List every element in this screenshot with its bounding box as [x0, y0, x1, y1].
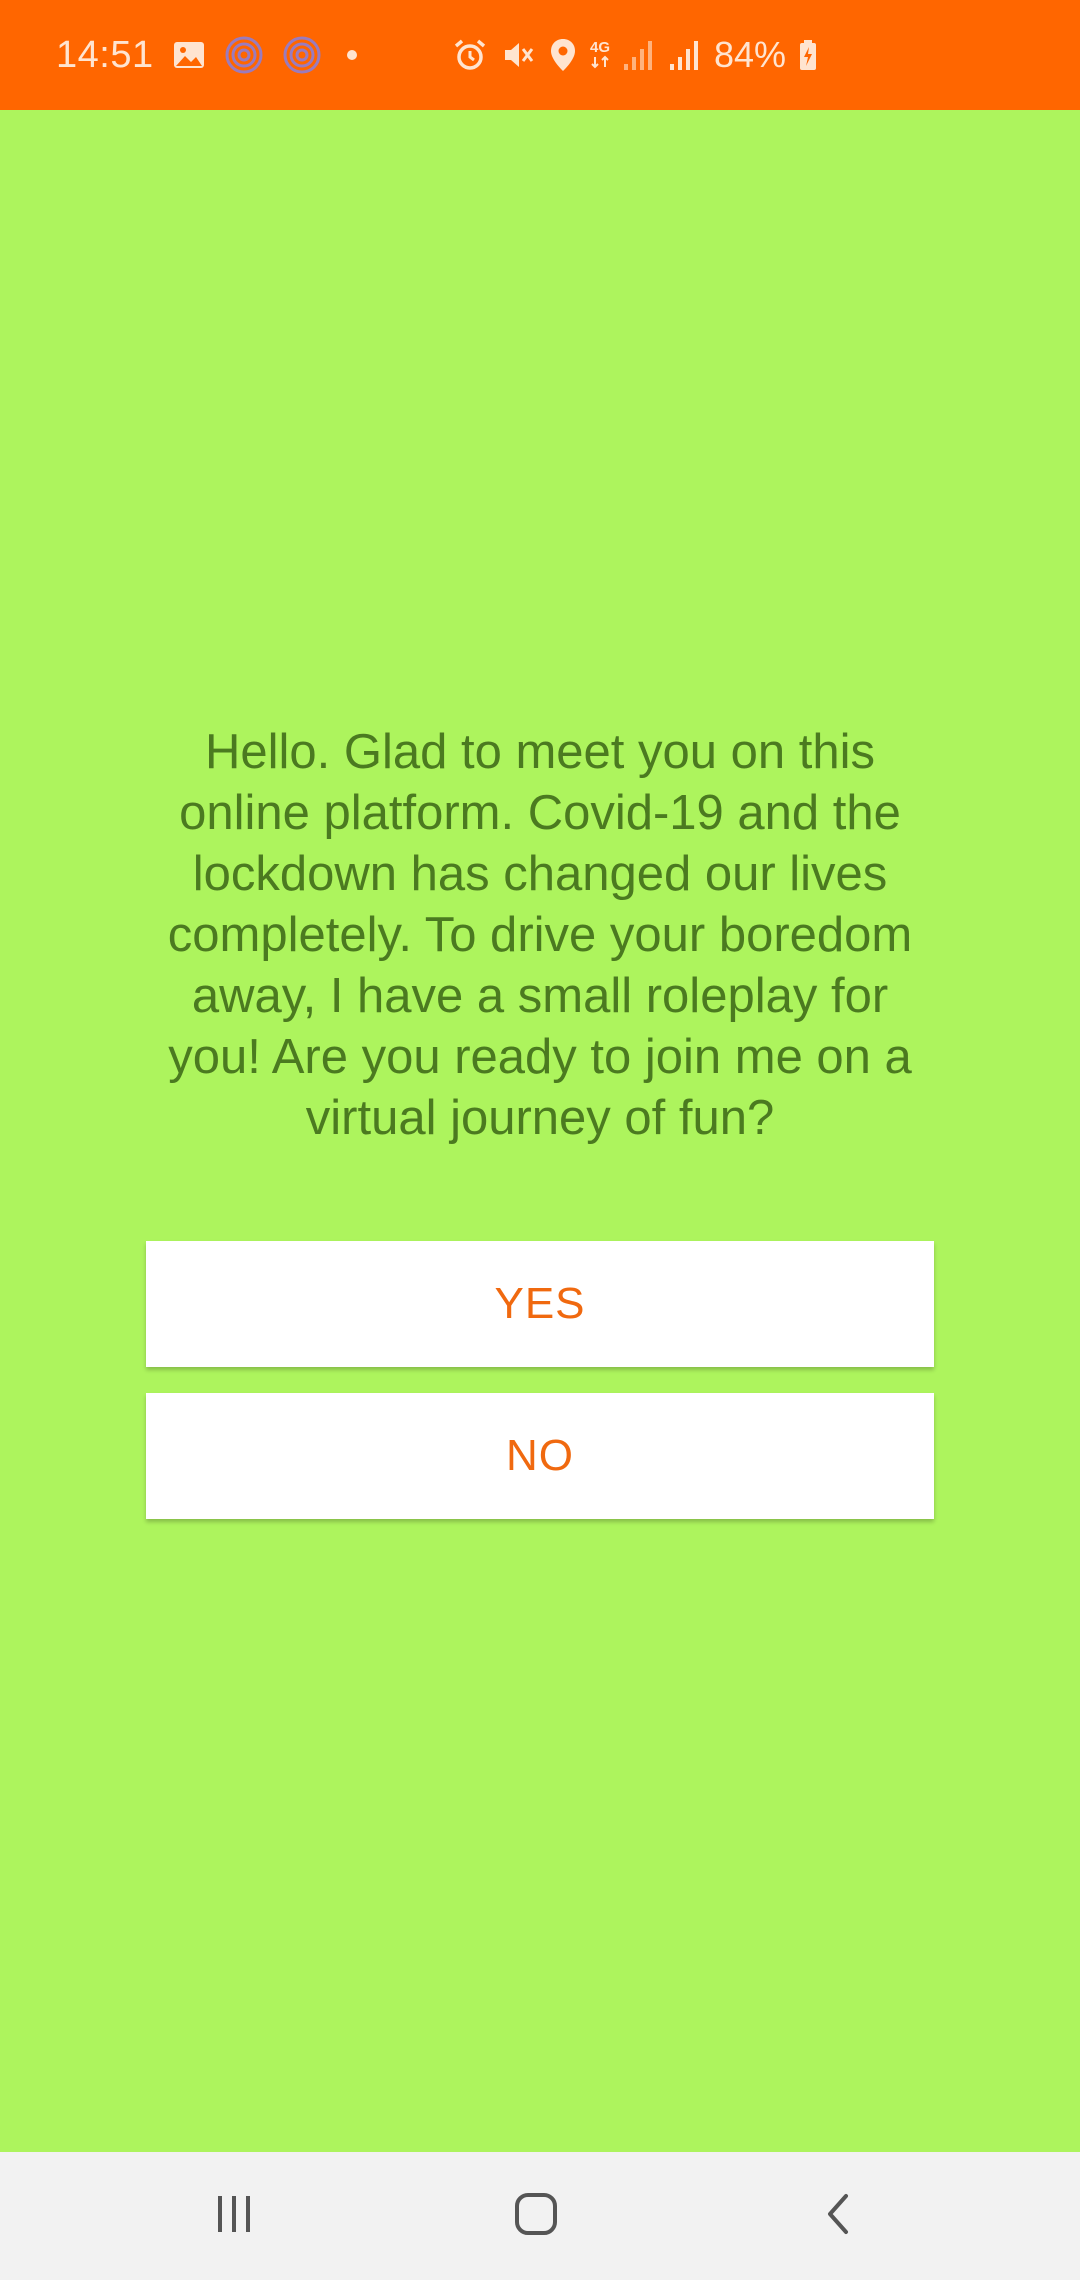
- target-icon: [282, 35, 322, 75]
- location-icon: [548, 37, 578, 73]
- signal-icon: [668, 38, 702, 72]
- no-button[interactable]: NO: [146, 1393, 934, 1519]
- status-bar: 14:51 4G 84%: [0, 0, 1080, 110]
- network-type-label: 4G: [590, 39, 611, 56]
- alarm-icon: [452, 37, 488, 73]
- back-icon: [820, 2190, 856, 2243]
- mute-icon: [500, 37, 536, 73]
- recents-button[interactable]: [154, 2152, 314, 2280]
- battery-charging-icon: [798, 39, 818, 71]
- status-time: 14:51: [56, 33, 154, 76]
- battery-percent: 84%: [714, 34, 787, 75]
- app-screen: 14:51 4G 84% Hello. Glad to meet you on …: [0, 0, 1080, 2280]
- welcome-message: Hello. Glad to meet you on this online p…: [167, 725, 913, 1145]
- navigation-bar: [0, 2152, 1080, 2280]
- status-left-group: 14:51: [56, 0, 364, 110]
- home-icon: [512, 2190, 560, 2243]
- recents-icon: [212, 2194, 256, 2239]
- yes-button[interactable]: YES: [146, 1241, 934, 1367]
- network-4g-icon: 4G: [590, 39, 611, 69]
- image-icon: [172, 40, 206, 70]
- signal-icon: [622, 38, 656, 72]
- home-button[interactable]: [456, 2152, 616, 2280]
- dot-icon: [340, 43, 364, 67]
- main-content: Hello. Glad to meet you on this online p…: [0, 110, 1080, 2152]
- status-right-group: 4G 84%: [452, 0, 818, 110]
- back-button[interactable]: [758, 2152, 918, 2280]
- target-icon: [224, 35, 264, 75]
